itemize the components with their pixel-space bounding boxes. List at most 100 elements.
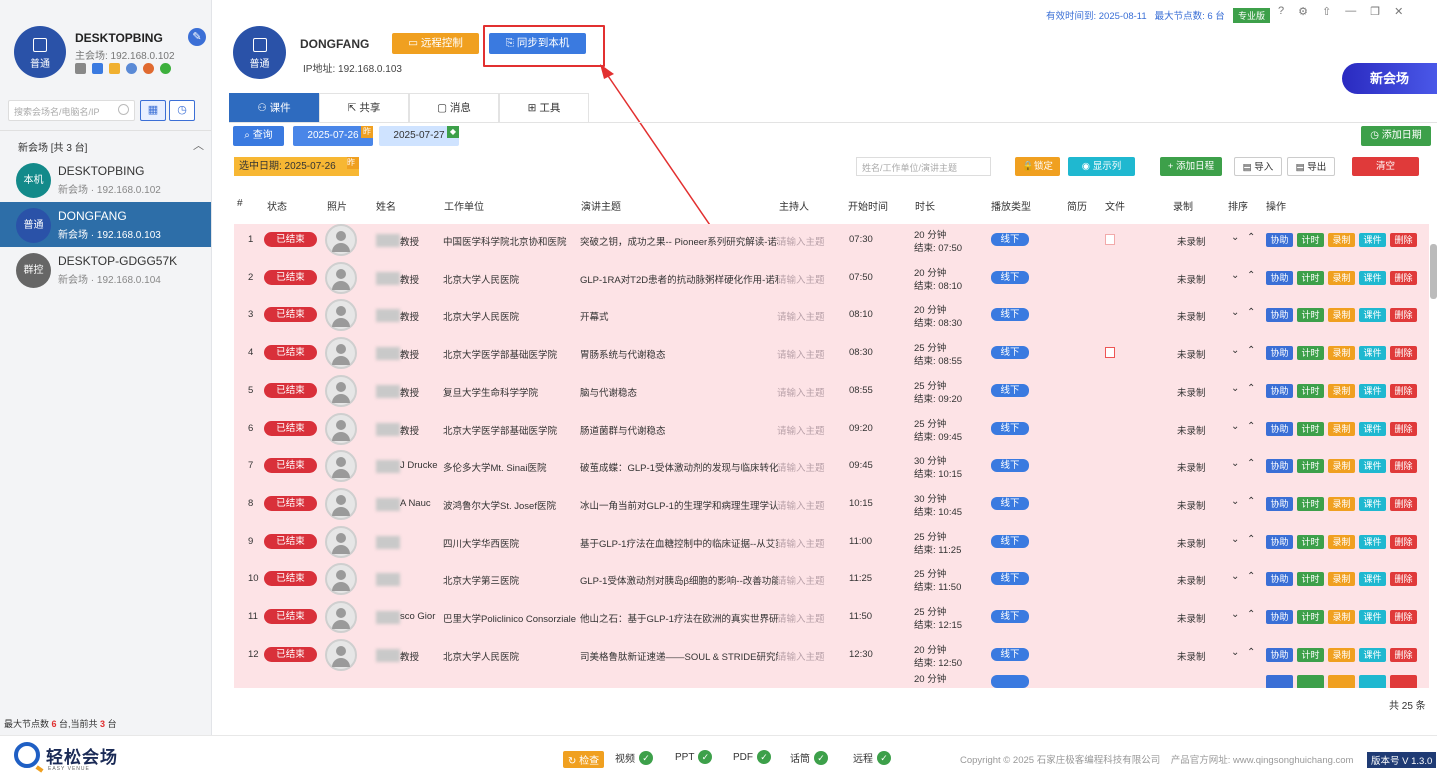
row-action-button[interactable]: 删除 (1390, 647, 1417, 662)
export-button[interactable]: ▤ 导出 (1287, 157, 1335, 176)
row-action-button[interactable]: 录制 (1328, 308, 1355, 323)
speaker-photo[interactable] (325, 525, 357, 558)
play-type-badge[interactable] (991, 675, 1029, 688)
table-row[interactable]: 6 已结束 教授 北京大学医学部基础医学院 肠道菌群与代谢稳态 请输入主题 09:20 25 … (234, 412, 1429, 451)
table-row[interactable]: 2 已结束 教授 北京大学人民医院 GLP-1RA对T2D患者的抗动脉粥样硬化作用-诺和… (234, 261, 1429, 300)
chevron-down-icon[interactable]: ⌄ (1231, 270, 1239, 281)
play-type-badge[interactable]: 线下 (991, 496, 1029, 510)
speaker-photo[interactable] (325, 224, 357, 256)
row-action-button[interactable]: 计时 (1297, 421, 1324, 436)
row-action-button[interactable]: 录制 (1328, 233, 1355, 247)
chevron-up-icon[interactable]: ⌃ (1247, 345, 1255, 356)
row-action-button[interactable]: 删除 (1390, 572, 1417, 587)
chevron-up-icon[interactable]: ⌃ (1247, 383, 1255, 394)
table-row[interactable]: 12 已结束 教授 北京大学人民医院 司美格鲁肽新证速递——SOUL & STRIDE研… (234, 638, 1429, 677)
row-action-button[interactable]: 计时 (1297, 496, 1324, 511)
row-action-button[interactable]: 课件 (1359, 610, 1386, 624)
chevron-up-icon[interactable]: ⌃ (1247, 571, 1255, 582)
row-action-button[interactable]: 课件 (1359, 572, 1386, 587)
host-input[interactable]: 请输入主题 (777, 649, 825, 663)
host-input[interactable]: 请输入主题 (777, 460, 825, 474)
row-action-button[interactable]: 录制 (1328, 383, 1355, 398)
play-type-badge[interactable]: 线下 (991, 572, 1029, 586)
row-action-button[interactable]: 删除 (1390, 459, 1417, 474)
row-action-button[interactable]: 计时 (1297, 233, 1324, 247)
row-action-button[interactable]: 删除 (1390, 534, 1417, 549)
lock-button[interactable]: 🔒锁定 (1015, 157, 1060, 176)
site-item[interactable]: 本机 DESKTOPBING 新会场 · 192.168.0.102 (0, 157, 211, 202)
edit-icon[interactable]: ✎ (188, 28, 206, 46)
add-date-button[interactable]: ◷ 添加日期 (1361, 126, 1431, 146)
row-action-button[interactable]: 录制 (1328, 459, 1355, 474)
row-action-button[interactable]: 计时 (1297, 647, 1324, 662)
row-action-button[interactable]: 课件 (1359, 270, 1386, 285)
query-button[interactable]: ⌕ 查询 (233, 126, 284, 146)
speaker-photo[interactable] (325, 563, 357, 596)
row-action-button[interactable]: 录制 (1328, 421, 1355, 436)
row-action-button[interactable]: 删除 (1390, 270, 1417, 285)
row-action-button[interactable]: 录制 (1328, 346, 1355, 361)
play-type-badge[interactable]: 线下 (991, 610, 1029, 623)
chevron-up-icon[interactable]: ⌃ (1247, 534, 1255, 545)
row-action-button[interactable]: 协助 (1266, 647, 1293, 662)
site-item[interactable]: 群控 DESKTOP-GDGG57K 新会场 · 192.168.0.104 (0, 247, 211, 292)
row-action-button[interactable]: 协助 (1266, 270, 1293, 285)
row-action-button[interactable]: 录制 (1328, 534, 1355, 549)
speaker-photo[interactable] (325, 450, 357, 483)
table-row[interactable]: 5 已结束 教授 复旦大学生命科学学院 脑与代谢稳态 请输入主题 08:55 25 分钟 结束:… (234, 374, 1429, 413)
chevron-up-icon[interactable]: ⌃ (1247, 232, 1255, 243)
table-row[interactable]: 4 已结束 教授 北京大学医学部基础医学院 胃肠系统与代谢稳态 请输入主题 08:30 25 … (234, 337, 1429, 375)
chevron-up-icon[interactable]: ⌃ (1247, 270, 1255, 281)
row-action-button[interactable]: 删除 (1390, 308, 1417, 323)
row-action-button[interactable]: 录制 (1328, 270, 1355, 285)
row-action-button[interactable]: 删除 (1390, 233, 1417, 247)
row-action-button[interactable] (1359, 675, 1386, 688)
play-type-badge[interactable]: 线下 (991, 647, 1029, 661)
row-action-button[interactable]: 计时 (1297, 383, 1324, 398)
row-action-button[interactable]: 协助 (1266, 346, 1293, 361)
add-schedule-button[interactable]: + 添加日程 (1160, 157, 1222, 176)
host-input[interactable]: 请输入主题 (777, 347, 825, 361)
chevron-up-icon[interactable]: ⌃ (1247, 307, 1255, 318)
group-header[interactable]: 新会场 [共 3 台] (18, 139, 87, 154)
row-action-button[interactable]: 课件 (1359, 233, 1386, 247)
row-action-button[interactable] (1266, 675, 1293, 688)
pdf-file-icon[interactable] (1105, 234, 1115, 245)
host-input[interactable]: 请输入主题 (777, 423, 825, 437)
date-chip-1[interactable]: 2025-07-26 昨 (293, 126, 373, 146)
row-action-button[interactable]: 课件 (1359, 496, 1386, 511)
row-action-button[interactable]: 删除 (1390, 383, 1417, 398)
row-action-button[interactable]: 删除 (1390, 421, 1417, 436)
chevron-up-icon[interactable]: ︿ (193, 137, 204, 153)
chevron-up-icon[interactable]: ⌃ (1247, 647, 1255, 658)
row-action-button[interactable]: 课件 (1359, 647, 1386, 662)
row-action-button[interactable]: 协助 (1266, 421, 1293, 436)
row-action-button[interactable] (1328, 675, 1355, 688)
host-input[interactable]: 请输入主题 (777, 272, 825, 286)
import-button[interactable]: ▤ 导入 (1234, 157, 1282, 176)
play-type-badge[interactable]: 线下 (991, 459, 1029, 473)
row-action-button[interactable]: 计时 (1297, 459, 1324, 474)
row-action-button[interactable]: 协助 (1266, 496, 1293, 511)
row-action-button[interactable]: 计时 (1297, 610, 1324, 624)
chevron-up-icon[interactable]: ⌃ (1247, 458, 1255, 469)
row-action-button[interactable]: 计时 (1297, 308, 1324, 323)
chevron-down-icon[interactable]: ⌄ (1231, 307, 1239, 318)
row-action-button[interactable]: 删除 (1390, 496, 1417, 511)
row-action-button[interactable]: 协助 (1266, 610, 1293, 624)
table-row[interactable]: 11 已结束 sco Gior 巴里大学Policlinico Consorziale… (234, 601, 1429, 639)
play-type-badge[interactable]: 线下 (991, 346, 1029, 360)
maximize-icon[interactable]: ❐ (1370, 5, 1380, 18)
show-columns-button[interactable]: ◉ 显示列 (1068, 157, 1135, 176)
check-button[interactable]: ↻ 检查 (563, 751, 605, 768)
site-item[interactable]: 普通 DONGFANG 新会场 · 192.168.0.103 (0, 202, 211, 247)
host-input[interactable]: 请输入主题 (777, 611, 825, 625)
tab-message[interactable]: ▢ 消息 (409, 93, 499, 122)
row-action-button[interactable] (1297, 675, 1324, 688)
chevron-down-icon[interactable]: ⌄ (1231, 609, 1239, 620)
chevron-down-icon[interactable]: ⌄ (1231, 496, 1239, 507)
chevron-down-icon[interactable]: ⌄ (1231, 571, 1239, 582)
row-action-button[interactable]: 计时 (1297, 572, 1324, 587)
speaker-photo[interactable] (325, 374, 357, 407)
row-action-button[interactable]: 录制 (1328, 496, 1355, 511)
